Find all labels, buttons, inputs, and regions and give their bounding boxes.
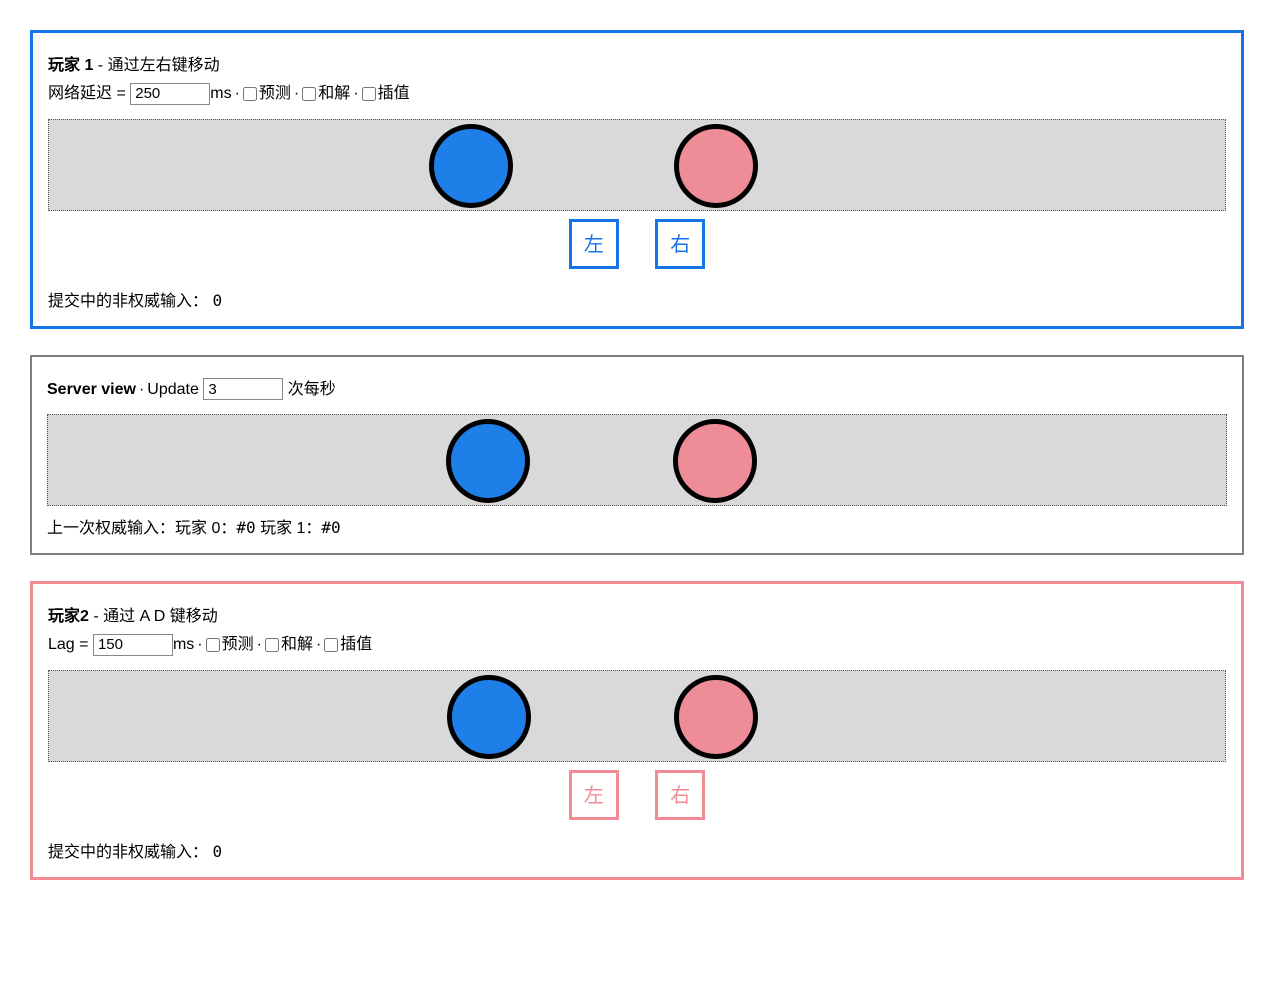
player1-panel: 玩家 1 - 通过左右键移动 网络延迟 = ms · 预测 · 和解 · 插值 … (30, 30, 1244, 329)
player1-arena (48, 119, 1226, 211)
player2-options: Lag = ms · 预测 · 和解 · 插值 (48, 630, 1226, 656)
server-update-label: Update (147, 381, 199, 398)
server-ball-red (673, 419, 757, 503)
player1-left-button[interactable]: 左 (569, 219, 619, 269)
player2-ball-red (674, 675, 758, 759)
player2-status-value: 0 (212, 842, 222, 861)
player1-reconcile-checkbox[interactable] (302, 87, 316, 101)
player1-interp-label: 插值 (378, 85, 410, 102)
separator-icon: · (316, 636, 321, 654)
player2-button-row: 左 右 (48, 770, 1226, 820)
player1-reconcile-label: 和解 (318, 85, 350, 102)
player1-subtitle: - 通过左右键移动 (93, 57, 219, 74)
player1-ball-red (674, 124, 758, 208)
player1-lag-label: 网络延迟 = (48, 85, 130, 102)
player2-panel: 玩家2 - 通过 A D 键移动 Lag = ms · 预测 · 和解 · 插值… (30, 581, 1244, 880)
player2-subtitle: - 通过 A D 键移动 (89, 608, 218, 625)
player2-interp-checkbox[interactable] (324, 638, 338, 652)
player1-ms-label: ms (210, 85, 231, 102)
separator-icon: · (197, 636, 202, 654)
separator-icon: · (353, 85, 358, 103)
player1-status-label: 提交中的非权威输入： (48, 293, 208, 310)
separator-icon: · (235, 85, 240, 103)
player2-left-button[interactable]: 左 (569, 770, 619, 820)
server-ball-blue (446, 419, 530, 503)
player2-status: 提交中的非权威输入： 0 (48, 838, 1226, 862)
server-rate-label: 次每秒 (288, 381, 336, 398)
separator-icon: · (294, 85, 299, 103)
player1-prediction-checkbox[interactable] (243, 87, 257, 101)
player2-title: 玩家2 (48, 608, 89, 625)
player2-lag-label: Lag = (48, 636, 93, 653)
player1-lag-input[interactable] (130, 83, 210, 105)
player1-title: 玩家 1 (48, 57, 93, 74)
player2-lag-input[interactable] (93, 634, 173, 656)
player1-prediction-label: 预测 (259, 85, 291, 102)
server-header: Server view · Update 次每秒 (47, 375, 1227, 401)
player1-ball-blue (429, 124, 513, 208)
player1-status-value: 0 (212, 291, 222, 310)
player1-header: 玩家 1 - 通过左右键移动 (48, 51, 1226, 75)
server-title: Server view (47, 381, 136, 398)
server-arena (47, 414, 1227, 506)
player2-interp-label: 插值 (340, 636, 372, 653)
player2-ms-label: ms (173, 636, 194, 653)
server-update-input[interactable] (203, 378, 283, 400)
player2-ball-blue (447, 675, 531, 759)
player2-prediction-label: 预测 (222, 636, 254, 653)
server-status-prefix: 上一次权威输入：玩家 0： (47, 520, 236, 537)
server-status: 上一次权威输入：玩家 0：#0 玩家 1：#0 (47, 514, 1227, 538)
server-mid-label: 玩家 1： (256, 520, 322, 537)
player2-header: 玩家2 - 通过 A D 键移动 (48, 602, 1226, 626)
separator-icon: · (139, 381, 144, 399)
player1-interp-checkbox[interactable] (362, 87, 376, 101)
player2-reconcile-checkbox[interactable] (265, 638, 279, 652)
player1-right-button[interactable]: 右 (655, 219, 705, 269)
server-p0-tag: #0 (236, 518, 255, 537)
server-panel: Server view · Update 次每秒 上一次权威输入：玩家 0：#0… (30, 355, 1244, 556)
player2-prediction-checkbox[interactable] (206, 638, 220, 652)
separator-icon: · (257, 636, 262, 654)
server-p1-tag: #0 (321, 518, 340, 537)
player1-status: 提交中的非权威输入： 0 (48, 287, 1226, 311)
player1-button-row: 左 右 (48, 219, 1226, 269)
player2-right-button[interactable]: 右 (655, 770, 705, 820)
player1-options: 网络延迟 = ms · 预测 · 和解 · 插值 (48, 79, 1226, 105)
player2-status-label: 提交中的非权威输入： (48, 844, 208, 861)
player2-arena (48, 670, 1226, 762)
player2-reconcile-label: 和解 (281, 636, 313, 653)
